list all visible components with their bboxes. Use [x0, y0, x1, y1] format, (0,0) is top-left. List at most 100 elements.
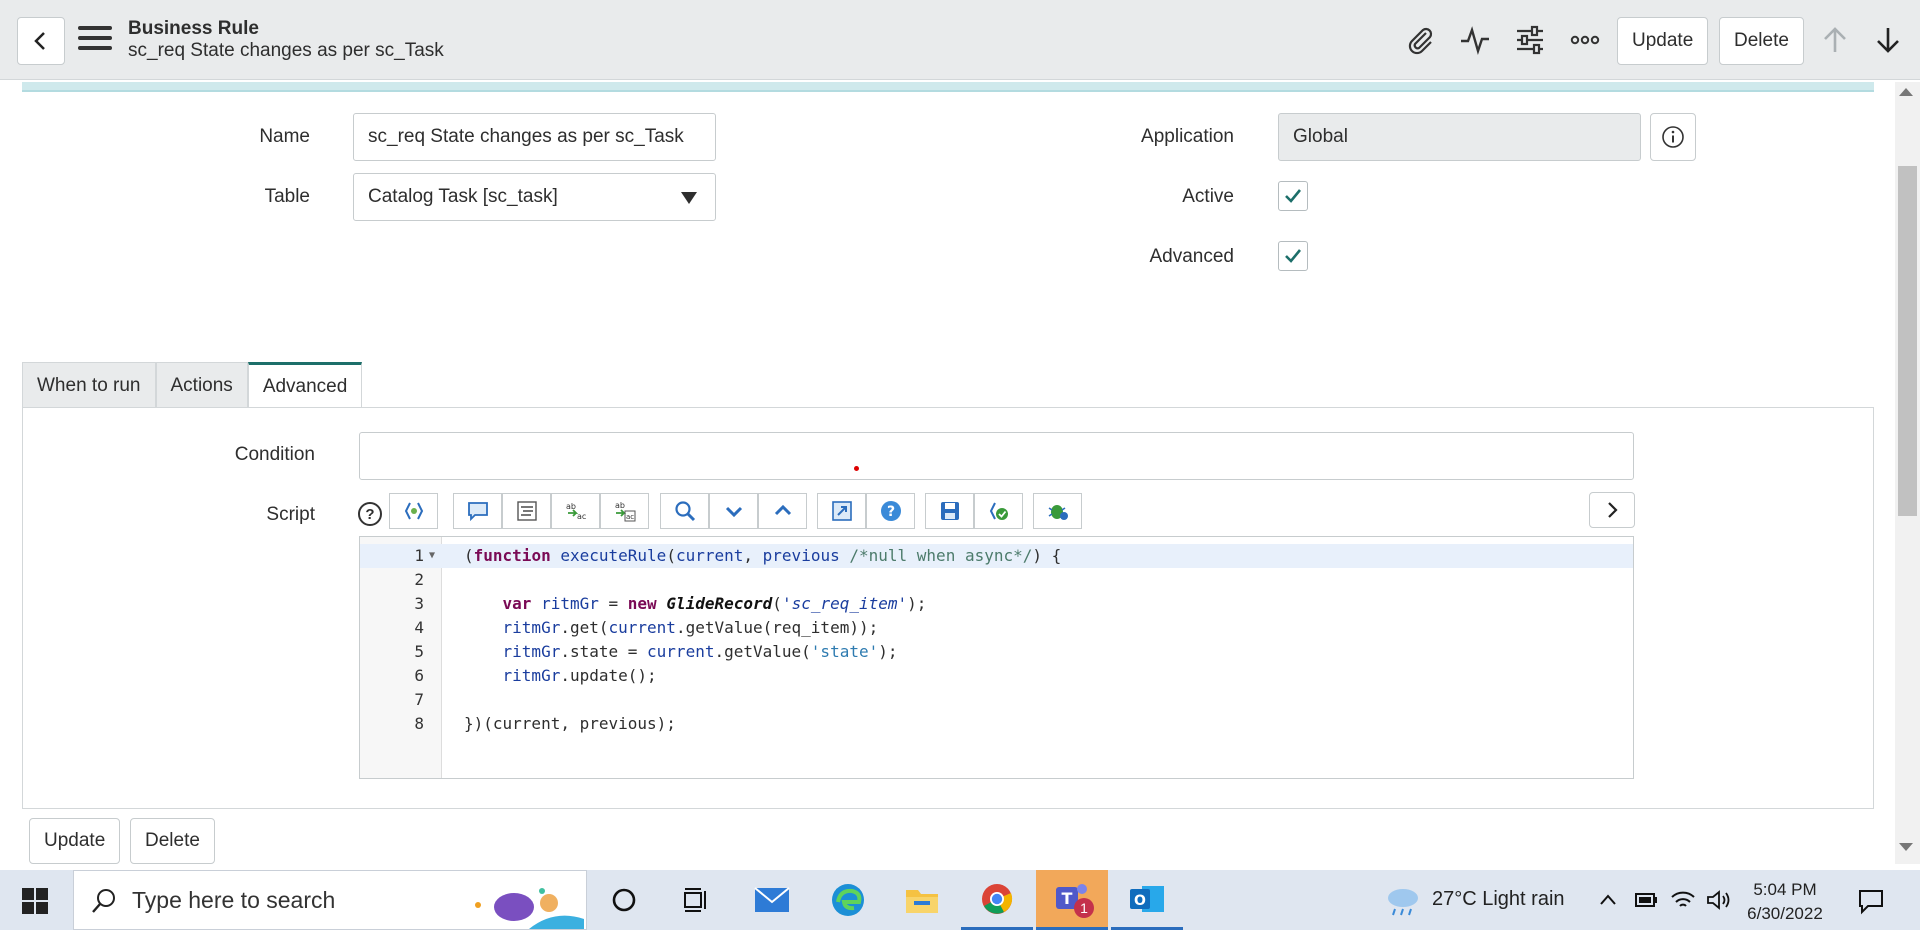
delete-button[interactable]: Delete: [1719, 17, 1804, 65]
cortana-icon[interactable]: [588, 870, 660, 930]
help-icon: ?: [880, 501, 901, 521]
search-button[interactable]: [660, 493, 709, 529]
code-line[interactable]: 3 var ritmGr = new GlideRecord('sc_req_i…: [360, 592, 1633, 616]
mouse-cursor-dot: [854, 466, 859, 471]
replace-icon: abac: [566, 502, 586, 521]
line-number: 6: [414, 666, 424, 685]
chevron-right-icon: [1608, 502, 1618, 518]
scroll-up-arrow-icon[interactable]: [1899, 88, 1913, 96]
script-help-button[interactable]: ?: [866, 493, 915, 529]
code-text: ritmGr.update();: [502, 666, 657, 685]
table-select[interactable]: Catalog Task [sc_task]: [353, 173, 716, 221]
script-editor[interactable]: 1 ▼ (function executeRule(current, previ…: [359, 536, 1634, 779]
code-text: })(current, previous);: [464, 714, 676, 733]
mail-app-icon[interactable]: [736, 870, 808, 930]
code-line[interactable]: 6 ritmGr.update();: [360, 664, 1633, 688]
arrow-up-icon[interactable]: [1817, 22, 1853, 58]
advanced-checkbox[interactable]: [1278, 241, 1308, 271]
outlook-app-icon[interactable]: O: [1111, 870, 1183, 930]
footer-delete-button[interactable]: Delete: [130, 818, 215, 864]
code-line[interactable]: 7: [360, 688, 1633, 712]
chevron-up-icon[interactable]: [1598, 892, 1618, 908]
condition-field[interactable]: [359, 432, 1634, 480]
fullscreen-button[interactable]: [817, 493, 866, 529]
line-number: 1: [414, 546, 424, 565]
footer-update-button[interactable]: Update: [29, 818, 121, 864]
fold-arrow-icon[interactable]: ▼: [429, 544, 435, 568]
save-script-button[interactable]: [925, 493, 974, 529]
code-line[interactable]: 4 ritmGr.get(current.getValue(req_item))…: [360, 616, 1633, 640]
application-info-button[interactable]: [1650, 113, 1696, 161]
find-previous-button[interactable]: [758, 493, 807, 529]
format-icon: [516, 501, 537, 521]
table-label: Table: [264, 186, 310, 207]
tab-actions[interactable]: Actions: [155, 362, 248, 408]
replace-all-icon: abac: [615, 501, 635, 522]
notification-center-icon[interactable]: [1857, 887, 1885, 915]
table-select-value: Catalog Task [sc_task]: [368, 186, 558, 207]
replace-all-button[interactable]: ab ac: [600, 493, 649, 529]
format-code-button[interactable]: [502, 493, 551, 529]
paperclip-icon[interactable]: [1402, 22, 1438, 58]
windows-start-icon[interactable]: [22, 888, 48, 914]
search-highlight-icon: [475, 888, 584, 929]
tab-when-to-run[interactable]: When to run: [22, 362, 156, 408]
activity-icon[interactable]: [1457, 22, 1493, 58]
script-help-icon[interactable]: ?: [358, 502, 382, 526]
menu-icon[interactable]: [78, 26, 112, 54]
search-icon: [92, 889, 115, 913]
teams-notification-badge: 1: [1074, 898, 1094, 918]
record-type-title: Business Rule: [128, 18, 259, 39]
svg-text:?: ?: [886, 504, 894, 520]
weather-text[interactable]: 27°C Light rain: [1432, 888, 1565, 911]
save-icon: [940, 502, 959, 520]
back-button[interactable]: [17, 17, 65, 65]
scroll-thumb[interactable]: [1898, 166, 1917, 516]
section-tabs: When to run Actions Advanced: [22, 362, 363, 408]
code-line[interactable]: 2: [360, 568, 1633, 592]
line-number: 3: [414, 594, 424, 613]
edge-browser-icon[interactable]: [812, 870, 884, 930]
code-line[interactable]: 1 ▼ (function executeRule(current, previ…: [360, 544, 1633, 568]
settings-sliders-icon[interactable]: [1512, 22, 1548, 58]
checkmark-icon: [1285, 189, 1302, 203]
scroll-down-arrow-icon[interactable]: [1899, 843, 1913, 851]
task-view-icon[interactable]: [660, 870, 732, 930]
condition-label: Condition: [234, 444, 315, 465]
code-line[interactable]: 5 ritmGr.state = current.getValue('state…: [360, 640, 1633, 664]
expand-toolbar-button[interactable]: [1589, 492, 1635, 528]
battery-icon[interactable]: [1634, 888, 1658, 910]
volume-icon[interactable]: [1706, 888, 1732, 912]
active-label: Active: [1182, 186, 1234, 207]
wifi-icon[interactable]: [1670, 888, 1696, 912]
code-text: var ritmGr = new GlideRecord('sc_req_ite…: [502, 594, 927, 613]
find-next-icon: [725, 506, 742, 518]
validate-script-button[interactable]: [974, 493, 1023, 529]
line-number: 4: [414, 618, 424, 637]
update-button[interactable]: Update: [1617, 17, 1709, 65]
code-line[interactable]: 8 })(current, previous);: [360, 712, 1633, 736]
tab-advanced[interactable]: Advanced: [247, 362, 363, 408]
fullscreen-icon: [831, 501, 852, 521]
record-name-subtitle: sc_req State changes as per sc_Task: [128, 40, 444, 61]
svg-text:O: O: [1134, 893, 1146, 909]
chrome-browser-icon[interactable]: [961, 870, 1033, 930]
comment-button[interactable]: [453, 493, 502, 529]
find-next-button[interactable]: [709, 493, 758, 529]
arrow-down-icon[interactable]: [1870, 22, 1906, 58]
info-banner: [22, 82, 1874, 92]
teams-app-icon[interactable]: T 1: [1036, 870, 1108, 930]
taskbar-search-box[interactable]: Type here to search: [73, 870, 587, 930]
name-field[interactable]: sc_req State changes as per sc_Task: [353, 113, 716, 161]
system-clock[interactable]: 5:04 PM 6/30/2022: [1740, 878, 1830, 926]
validate-icon: [989, 502, 1008, 520]
search-icon: [674, 501, 695, 522]
svg-text:ab: ab: [566, 502, 576, 511]
svg-text:ac: ac: [577, 512, 586, 521]
more-icon[interactable]: [1567, 22, 1603, 58]
toggle-syntax-button[interactable]: [389, 493, 438, 529]
replace-button[interactable]: ab ac: [551, 493, 600, 529]
file-explorer-icon[interactable]: [886, 870, 958, 930]
active-checkbox[interactable]: [1278, 181, 1308, 211]
debug-script-button[interactable]: [1033, 493, 1082, 529]
